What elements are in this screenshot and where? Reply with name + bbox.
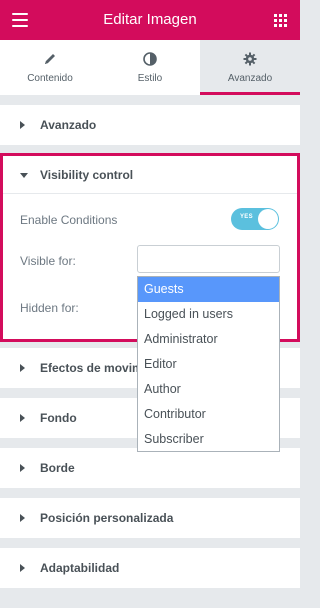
toggle-knob: [258, 209, 278, 229]
section-title: Borde: [40, 461, 75, 475]
tab-contenido[interactable]: Contenido: [0, 40, 100, 95]
section-header[interactable]: Visibility control: [3, 156, 297, 194]
editor-header: Editar Imagen: [0, 0, 300, 40]
section-title: Avanzado: [40, 118, 97, 132]
enable-conditions-label: Enable Conditions: [20, 213, 118, 227]
dropdown-option[interactable]: Guests: [138, 277, 279, 302]
tab-avanzado[interactable]: Avanzado: [200, 40, 300, 95]
caret-right-icon: [20, 121, 25, 129]
tab-label: Contenido: [27, 73, 73, 84]
caret-right-icon: [20, 464, 25, 472]
dropdown-option[interactable]: Subscriber: [138, 427, 279, 452]
visible-for-label: Visible for:: [20, 254, 76, 268]
visible-for-dropdown: Guests Logged in users Administrator Edi…: [137, 276, 280, 452]
visible-for-select[interactable]: [137, 245, 280, 273]
panel-tabs: Contenido Estilo Avanzado: [0, 40, 300, 95]
section-posicion-personalizada[interactable]: Posición personalizada: [0, 498, 300, 538]
section-title: Fondo: [40, 411, 77, 425]
dropdown-option[interactable]: Editor: [138, 352, 279, 377]
hidden-for-label: Hidden for:: [20, 301, 79, 315]
gear-icon: [200, 52, 300, 66]
dropdown-option[interactable]: Logged in users: [138, 302, 279, 327]
caret-right-icon: [20, 514, 25, 522]
dropdown-option[interactable]: Author: [138, 377, 279, 402]
caret-down-icon: [20, 173, 28, 178]
dropdown-option[interactable]: Administrator: [138, 327, 279, 352]
caret-right-icon: [20, 364, 25, 372]
caret-right-icon: [20, 414, 25, 422]
caret-right-icon: [20, 564, 25, 572]
enable-conditions-toggle[interactable]: YES: [231, 208, 279, 230]
grid-apps-icon[interactable]: [274, 14, 287, 27]
toggle-text: YES: [240, 214, 253, 220]
tab-label: Estilo: [137, 73, 163, 84]
tab-estilo[interactable]: Estilo: [100, 40, 200, 95]
section-title: Posición personalizada: [40, 511, 174, 525]
section-adaptabilidad[interactable]: Adaptabilidad: [0, 548, 300, 588]
pencil-icon: [0, 52, 100, 66]
section-title: Visibility control: [40, 168, 134, 182]
dropdown-option[interactable]: Contributor: [138, 402, 279, 427]
half-circle-icon: [100, 52, 200, 66]
section-title: Adaptabilidad: [40, 561, 120, 575]
section-avanzado[interactable]: Avanzado: [0, 105, 300, 145]
panel-title: Editar Imagen: [103, 11, 197, 28]
section-borde[interactable]: Borde: [0, 448, 300, 488]
tab-label: Avanzado: [227, 73, 273, 84]
